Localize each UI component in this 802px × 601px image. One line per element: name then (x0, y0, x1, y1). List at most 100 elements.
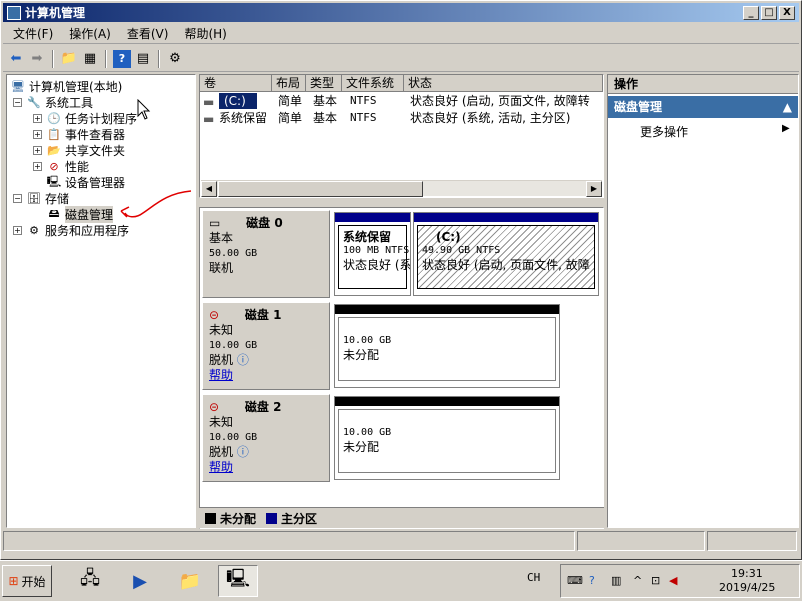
tree-item-event-viewer[interactable]: + 📋 事件查看器 (33, 126, 125, 142)
scroll-thumb[interactable] (218, 181, 423, 197)
partition-c-drive[interactable]: (C:) 49.90 GB NTFS 状态良好 (启动, 页面文件, 故障 (413, 212, 599, 296)
tools-icon: 🔧 (27, 95, 41, 109)
partition-status: 状态良好 (启动, 页面文件, 故障 (422, 258, 590, 272)
primary-partition-bar (414, 213, 598, 222)
disk-size: 10.00 GB (209, 340, 258, 351)
disk-name: 磁盘 1 (244, 308, 282, 322)
help-link[interactable]: 帮助 (209, 460, 233, 474)
clock-time[interactable]: 19:31 (731, 567, 763, 580)
partition-system-reserved[interactable]: 系统保留 100 MB NTFS 状态良好 (系 (334, 212, 411, 296)
info-icon[interactable]: ⓘ (237, 445, 249, 459)
computer-management-task-icon[interactable]: 🖳 (218, 565, 258, 597)
device-manager-icon: 🖳 (46, 174, 62, 188)
menu-help[interactable]: 帮助(H) (174, 25, 232, 42)
forward-arrow-icon[interactable]: ➡ (28, 50, 46, 68)
submenu-arrow-icon[interactable]: ▶ (782, 123, 790, 134)
horizontal-scrollbar[interactable]: ◀ ▶ (201, 180, 602, 197)
ime-indicator[interactable]: CH (527, 571, 540, 584)
disk-icon: 🖴 (48, 206, 60, 220)
collapse-icon[interactable]: − (13, 193, 22, 203)
more-actions-label: 更多操作 (640, 125, 689, 139)
menu-action[interactable]: 操作(A) (59, 25, 117, 42)
powershell-icon[interactable]: ▶ (120, 565, 160, 597)
close-button[interactable]: X (779, 6, 795, 20)
expand-icon[interactable]: + (13, 225, 22, 235)
volume-type: 基本 (313, 111, 338, 125)
more-actions-item[interactable]: 更多操作 (640, 123, 688, 140)
volume-fs: NTFS (350, 111, 377, 124)
actions-pane: 操作 磁盘管理 ▲ 更多操作 ▶ (607, 74, 799, 528)
computer-icon: 🖥 (11, 79, 25, 93)
legend-unallocated: 未分配 (220, 511, 257, 526)
menu-view[interactable]: 查看(V) (117, 25, 175, 42)
disk-0-label[interactable]: ▭ 磁盘 0 基本 50.00 GB 联机 (202, 210, 330, 298)
scroll-left-icon[interactable]: ◀ (201, 181, 217, 197)
tree-item-storage[interactable]: − 🗄 存储 (13, 190, 69, 206)
partition-size: 10.00 GB (343, 427, 392, 438)
status-cell (577, 531, 705, 551)
explorer-icon[interactable]: 📁 (170, 565, 210, 597)
partition-unallocated[interactable]: 10.00 GB 未分配 (334, 304, 560, 388)
show-hide-tree-icon[interactable]: ▦ (81, 50, 99, 68)
language-bar-icon[interactable]: ▥ (611, 574, 621, 587)
partition-unallocated[interactable]: 10.00 GB 未分配 (334, 396, 560, 480)
tree-item-system-tools[interactable]: − 🔧 系统工具 (13, 94, 93, 110)
actions-section[interactable]: 磁盘管理 ▲ (608, 96, 798, 118)
maximize-button[interactable]: □ (761, 6, 777, 20)
disk-type: 基本 (209, 231, 234, 245)
help-link[interactable]: 帮助 (209, 368, 233, 382)
help-icon[interactable]: ? (113, 49, 131, 68)
primary-swatch (266, 512, 278, 524)
tree-root[interactable]: 🖥 计算机管理(本地) (10, 78, 122, 94)
disk-settings-icon[interactable]: ⚙ (166, 50, 184, 68)
partition-size: 10.00 GB (343, 335, 392, 346)
help-icon[interactable]: ? (589, 574, 595, 587)
disk-1-label[interactable]: ⊝ 磁盘 1 未知 10.00 GB 脱机 ⓘ 帮助 (202, 302, 330, 390)
partition-size: 49.90 GB NTFS (422, 245, 501, 256)
up-folder-icon[interactable]: 📁 (60, 50, 78, 68)
disk-icon: ▭ (209, 216, 221, 230)
tree-item-shared-folders[interactable]: + 📂 共享文件夹 (33, 142, 125, 158)
clock-date[interactable]: 2019/4/25 (719, 581, 775, 594)
tree-label: 任务计划程序 (65, 111, 138, 126)
column-header-filesystem[interactable]: 文件系统 (342, 75, 404, 92)
speaker-icon[interactable]: ◀ (669, 574, 677, 587)
disk-2-label[interactable]: ⊝ 磁盘 2 未知 10.00 GB 脱机 ⓘ 帮助 (202, 394, 330, 482)
expand-icon[interactable]: + (33, 145, 42, 155)
collapse-icon[interactable]: − (13, 97, 22, 107)
toolbar: ⬅ ➡ 📁 ▦ ? ▤ ⚙ (3, 46, 799, 72)
tree-item-services-apps[interactable]: + ⚙ 服务和应用程序 (13, 222, 129, 238)
keyboard-icon[interactable]: ⌨ (567, 574, 583, 587)
column-header-volume[interactable]: 卷 (200, 75, 272, 92)
start-button[interactable]: ⊞ 开始 (2, 565, 52, 597)
tree-item-device-manager[interactable]: 🖳 设备管理器 (46, 174, 125, 190)
partition-size: 100 MB NTFS (343, 245, 410, 256)
event-log-icon: 📋 (47, 127, 61, 141)
properties-icon[interactable]: ▤ (134, 50, 152, 68)
server-manager-icon[interactable]: 🖧 (70, 565, 110, 597)
back-arrow-icon[interactable]: ⬅ (7, 50, 25, 68)
disk-size: 50.00 GB (209, 248, 258, 259)
disk-state: 联机 (209, 261, 234, 275)
disk-type: 未知 (209, 415, 234, 429)
show-hidden-icon[interactable]: ^ (633, 574, 642, 587)
volume-list: 卷 布局 类型 文件系统 状态 ▬ (C:) 简单 基本 NTFS 状态良好 (… (199, 74, 604, 198)
network-icon[interactable]: ⊡ (651, 574, 660, 587)
partition-status: 未分配 (343, 440, 380, 454)
column-header-layout[interactable]: 布局 (272, 75, 306, 92)
menu-file[interactable]: 文件(F) (3, 25, 59, 42)
info-icon[interactable]: ⓘ (237, 353, 249, 367)
scroll-right-icon[interactable]: ▶ (586, 181, 602, 197)
column-header-type[interactable]: 类型 (306, 75, 342, 92)
tree-item-task-scheduler[interactable]: + 🕒 任务计划程序 (33, 110, 137, 126)
minimize-button[interactable]: _ (743, 6, 759, 20)
column-header-status[interactable]: 状态 (404, 75, 603, 92)
status-cell (3, 531, 575, 551)
expand-icon[interactable]: + (33, 161, 42, 171)
expand-icon[interactable]: + (33, 129, 42, 139)
volume-name: 系统保留 (219, 111, 268, 125)
unallocated-bar (335, 305, 559, 314)
collapse-triangle-icon[interactable]: ▲ (783, 96, 792, 118)
expand-icon[interactable]: + (33, 113, 42, 123)
tree-item-disk-management[interactable]: 🖴 磁盘管理 (46, 205, 114, 223)
